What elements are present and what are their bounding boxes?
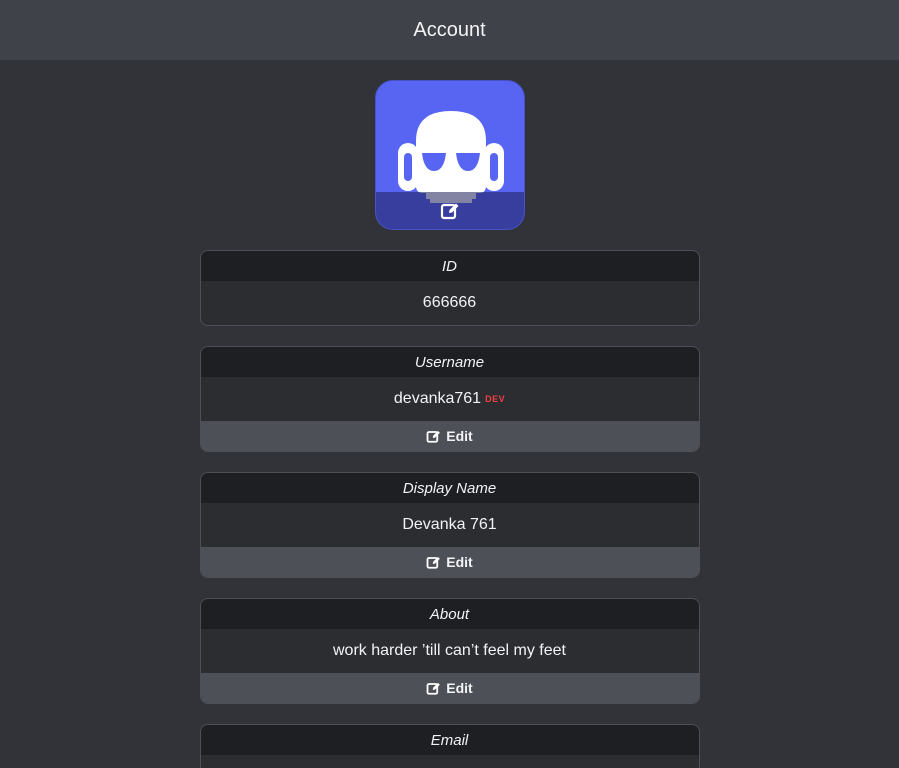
dev-badge: DEV <box>485 394 506 404</box>
page-header: Account <box>0 0 899 60</box>
edit-label: Edit <box>446 428 473 444</box>
display-name-card: Display Name Devanka 761 Edit <box>199 472 700 578</box>
edit-icon <box>440 203 458 219</box>
edit-display-name-button[interactable]: Edit <box>200 547 699 577</box>
display-name-label: Display Name <box>200 473 699 503</box>
display-name-value: Devanka 761 <box>200 503 699 547</box>
id-label: ID <box>200 251 699 281</box>
page-title: Account <box>413 18 486 41</box>
username-card: Username devanka761 DEV Edit <box>199 346 700 452</box>
edit-label: Edit <box>446 554 473 570</box>
edit-icon <box>426 682 441 695</box>
edit-icon <box>426 556 441 569</box>
avatar[interactable] <box>374 80 525 230</box>
about-label: About <box>200 599 699 629</box>
username-value-row: devanka761 DEV <box>200 377 699 421</box>
email-card: Email <box>199 724 700 768</box>
edit-icon <box>426 430 441 443</box>
id-card: ID 666666 <box>199 250 700 326</box>
username-label: Username <box>200 347 699 377</box>
email-value <box>200 755 699 768</box>
about-card: About work harder ’till can’t feel my fe… <box>199 598 700 704</box>
about-value: work harder ’till can’t feel my feet <box>200 629 699 673</box>
email-label: Email <box>200 725 699 755</box>
username-value: devanka761 <box>393 390 482 408</box>
avatar-edit-strip[interactable] <box>375 192 524 229</box>
edit-label: Edit <box>446 680 473 696</box>
avatar-container <box>0 80 899 230</box>
edit-username-button[interactable]: Edit <box>200 421 699 451</box>
account-fields: ID 666666 Username devanka761 DEV Edit Di… <box>199 250 700 768</box>
edit-about-button[interactable]: Edit <box>200 673 699 703</box>
id-value: 666666 <box>200 281 699 325</box>
